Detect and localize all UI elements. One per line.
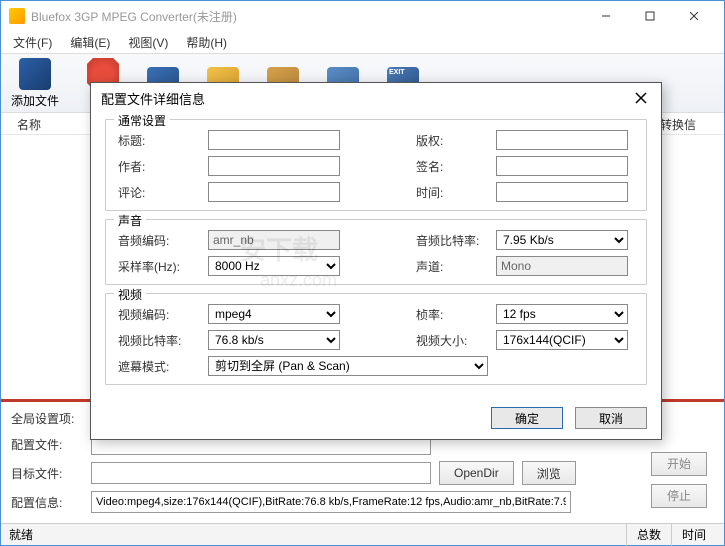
copyright-input[interactable]	[496, 130, 628, 150]
minimize-button[interactable]	[584, 2, 628, 30]
profile-detail-dialog: 配置文件详细信息 通常设置 标题: 版权: 作者: 签名: 评论: 时间	[90, 82, 662, 440]
video-group: 视频 视频编码: mpeg4 桢率: 12 fps 视频比特率: 76.8 kb…	[105, 293, 647, 385]
audio-legend: 声音	[114, 212, 146, 229]
audio-bitrate-select[interactable]: 7.95 Kb/s	[496, 230, 628, 250]
mask-select[interactable]: 剪切到全屏 (Pan & Scan)	[208, 356, 488, 376]
sign-label: 签名:	[416, 158, 482, 175]
menu-edit[interactable]: 编辑(E)	[62, 32, 118, 53]
section-label: 全局设置项:	[11, 410, 74, 427]
target-label: 目标文件:	[11, 465, 83, 482]
mask-label: 遮幕模式:	[118, 358, 194, 375]
audio-codec-field	[208, 230, 340, 250]
video-size-select[interactable]: 176x144(QCIF)	[496, 330, 628, 350]
status-time: 时间	[671, 524, 716, 546]
fps-select[interactable]: 12 fps	[496, 304, 628, 324]
comment-input[interactable]	[208, 182, 340, 202]
channel-field	[496, 256, 628, 276]
sign-input[interactable]	[496, 156, 628, 176]
audio-codec-label: 音频编码:	[118, 232, 194, 249]
menu-view[interactable]: 视图(V)	[120, 32, 176, 53]
info-input[interactable]	[91, 491, 571, 513]
video-legend: 视频	[114, 286, 146, 303]
audio-group: 声音 音频编码: 音频比特率: 7.95 Kb/s 采样率(Hz): 8000 …	[105, 219, 647, 285]
video-bitrate-label: 视频比特率:	[118, 332, 194, 349]
comment-label: 评论:	[118, 184, 194, 201]
stop-button[interactable]: 停止	[651, 484, 707, 508]
dialog-close-button[interactable]	[631, 88, 651, 108]
close-button[interactable]	[672, 2, 716, 30]
browse-button[interactable]: 浏览	[522, 461, 576, 485]
start-button[interactable]: 开始	[651, 452, 707, 476]
dialog-title-text: 配置文件详细信息	[101, 89, 631, 108]
status-total: 总数	[626, 524, 671, 546]
general-legend: 通常设置	[114, 112, 170, 129]
statusbar: 就绪 总数 时间	[1, 523, 724, 545]
menubar: 文件(F) 编辑(E) 视图(V) 帮助(H)	[1, 31, 724, 53]
menu-help[interactable]: 帮助(H)	[178, 32, 235, 53]
opendir-button[interactable]: OpenDir	[439, 461, 514, 485]
author-label: 作者:	[118, 158, 194, 175]
video-bitrate-select[interactable]: 76.8 kb/s	[208, 330, 340, 350]
channel-label: 声道:	[416, 258, 482, 275]
add-label: 添加文件	[11, 92, 59, 109]
window-title: Bluefox 3GP MPEG Converter(未注册)	[31, 8, 584, 25]
dialog-titlebar: 配置文件详细信息	[91, 83, 661, 113]
video-codec-label: 视频编码:	[118, 306, 194, 323]
video-codec-select[interactable]: mpeg4	[208, 304, 340, 324]
title-input[interactable]	[208, 130, 340, 150]
title-label: 标题:	[118, 132, 194, 149]
menu-file[interactable]: 文件(F)	[5, 32, 60, 53]
ok-button[interactable]: 确定	[491, 407, 563, 429]
maximize-button[interactable]	[628, 2, 672, 30]
general-group: 通常设置 标题: 版权: 作者: 签名: 评论: 时间:	[105, 119, 647, 211]
copyright-label: 版权:	[416, 132, 482, 149]
fps-label: 桢率:	[416, 306, 482, 323]
time-label: 时间:	[416, 184, 482, 201]
add-file-button[interactable]: 添加文件	[11, 58, 59, 109]
audio-bitrate-label: 音频比特率:	[416, 232, 482, 249]
info-label: 配置信息:	[11, 494, 83, 511]
samplerate-label: 采样率(Hz):	[118, 258, 194, 275]
cancel-button[interactable]: 取消	[575, 407, 647, 429]
app-icon	[9, 8, 25, 24]
add-icon	[19, 58, 51, 90]
target-input[interactable]	[91, 462, 431, 484]
titlebar: Bluefox 3GP MPEG Converter(未注册)	[1, 1, 724, 31]
col-status[interactable]: 转换信	[654, 113, 714, 134]
time-input[interactable]	[496, 182, 628, 202]
samplerate-select[interactable]: 8000 Hz	[208, 256, 340, 276]
video-size-label: 视频大小:	[416, 332, 482, 349]
profile-label: 配置文件:	[11, 436, 83, 453]
author-input[interactable]	[208, 156, 340, 176]
status-ready: 就绪	[9, 526, 626, 543]
